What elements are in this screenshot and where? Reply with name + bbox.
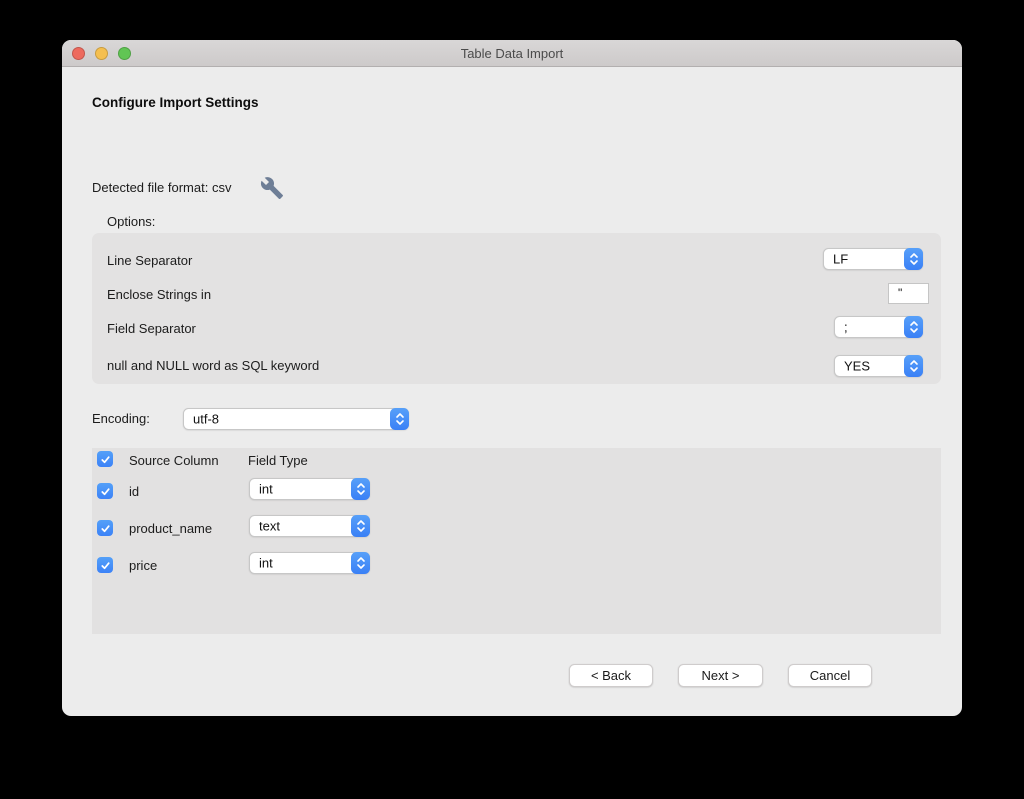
field-type-header: Field Type xyxy=(248,453,308,468)
options-group-label: Options: xyxy=(107,214,155,229)
wrench-icon[interactable] xyxy=(260,176,284,200)
source-column-header: Source Column xyxy=(129,453,219,468)
encoding-label: Encoding: xyxy=(92,411,150,426)
row-checkbox-price[interactable] xyxy=(97,557,113,573)
line-separator-select[interactable]: LF xyxy=(823,248,923,270)
chevron-updown-icon xyxy=(351,515,370,537)
row-checkbox-id[interactable] xyxy=(97,483,113,499)
titlebar[interactable]: Table Data Import xyxy=(62,40,962,67)
null-keyword-select[interactable]: YES xyxy=(834,355,923,377)
table-data-import-window: Table Data Import Configure Import Setti… xyxy=(62,40,962,716)
options-group-box: Line Separator LF Enclose Strings in Fie… xyxy=(92,233,941,384)
enclose-strings-input[interactable] xyxy=(888,283,929,304)
next-button[interactable]: Next > xyxy=(678,664,763,687)
columns-table: Source Column Field Type id int product_… xyxy=(92,448,941,634)
window-title: Table Data Import xyxy=(62,46,962,61)
field-type-select-product-name[interactable]: text xyxy=(249,515,370,537)
select-all-checkbox[interactable] xyxy=(97,451,113,467)
detected-file-format-label: Detected file format: csv xyxy=(92,180,231,195)
chevron-updown-icon xyxy=(351,552,370,574)
back-button[interactable]: < Back xyxy=(569,664,653,687)
chevron-updown-icon xyxy=(904,355,923,377)
chevron-updown-icon xyxy=(904,316,923,338)
cancel-button[interactable]: Cancel xyxy=(788,664,872,687)
column-name-id: id xyxy=(129,484,139,499)
field-type-select-price[interactable]: int xyxy=(249,552,370,574)
chevron-updown-icon xyxy=(390,408,409,430)
chevron-updown-icon xyxy=(904,248,923,270)
encoding-select[interactable]: utf-8 xyxy=(183,408,409,430)
page-title: Configure Import Settings xyxy=(92,95,259,110)
field-separator-label: Field Separator xyxy=(107,321,196,336)
column-name-price: price xyxy=(129,558,157,573)
line-separator-label: Line Separator xyxy=(107,253,192,268)
null-keyword-label: null and NULL word as SQL keyword xyxy=(107,358,319,373)
enclose-strings-label: Enclose Strings in xyxy=(107,287,211,302)
field-separator-select[interactable]: ; xyxy=(834,316,923,338)
field-type-select-id[interactable]: int xyxy=(249,478,370,500)
column-name-product-name: product_name xyxy=(129,521,212,536)
row-checkbox-product-name[interactable] xyxy=(97,520,113,536)
chevron-updown-icon xyxy=(351,478,370,500)
